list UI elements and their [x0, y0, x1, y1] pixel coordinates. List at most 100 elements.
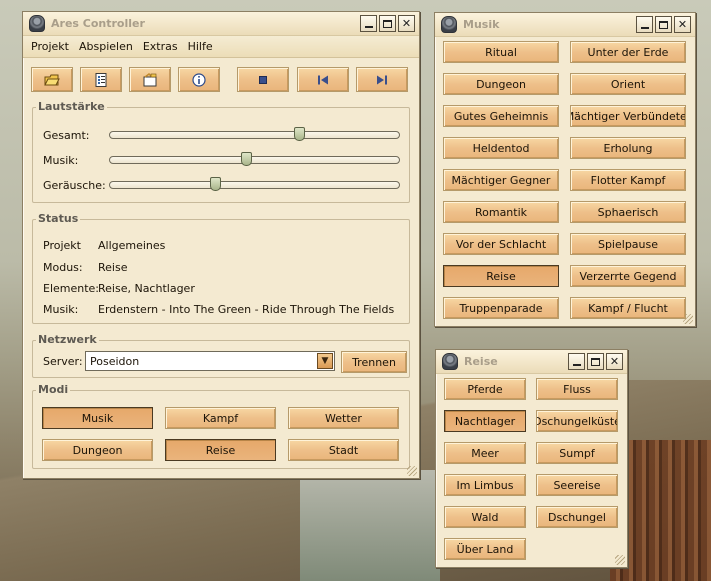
previous-icon — [318, 75, 328, 84]
window-title: Ares Controller — [51, 17, 145, 30]
close-button[interactable]: ✕ — [674, 16, 691, 33]
status-project-key: Projekt — [43, 239, 81, 252]
travel-button-seereise[interactable]: Seereise — [536, 474, 618, 496]
travel-button-sumpf[interactable]: Sumpf — [536, 442, 618, 464]
menu-projekt[interactable]: Projekt — [26, 40, 74, 53]
travel-titlebar[interactable]: Reise ✕ — [436, 350, 627, 374]
open-project-button[interactable] — [31, 67, 73, 92]
list-button[interactable] — [80, 67, 122, 92]
server-select[interactable]: Poseidon ▼ — [85, 351, 335, 371]
volume-sound-label: Geräusche: — [43, 179, 106, 192]
status-mode-key: Modus: — [43, 261, 83, 274]
volume-sound-slider[interactable] — [109, 181, 400, 189]
maximize-button[interactable] — [655, 16, 672, 33]
music-button-vor-der-schlacht[interactable]: Vor der Schlacht — [443, 233, 559, 255]
music-button-verzerrte-gegend[interactable]: Verzerrte Gegend — [570, 265, 686, 287]
travel-button-über-land[interactable]: Über Land — [444, 538, 526, 560]
music-window-title: Musik — [463, 18, 500, 31]
music-window: Musik ✕ Ritual Unter der Erde Dungeon Orien… — [434, 12, 696, 327]
resize-grip[interactable] — [615, 555, 625, 565]
menu-hilfe[interactable]: Hilfe — [183, 40, 218, 53]
menu-abspielen[interactable]: Abspielen — [74, 40, 138, 53]
travel-button-dschungelküste[interactable]: Dschungelküste — [536, 410, 618, 432]
music-button-sphaerisch[interactable]: Sphaerisch — [570, 201, 686, 223]
music-button-unter-der-erde[interactable]: Unter der Erde — [570, 41, 686, 63]
chevron-down-icon[interactable]: ▼ — [317, 353, 333, 369]
travel-button-pferde[interactable]: Pferde — [444, 378, 526, 400]
music-button-mächtiger-verbündeter[interactable]: Mächtiger Verbündeter — [570, 105, 686, 127]
music-button-spielpause[interactable]: Spielpause — [570, 233, 686, 255]
modes-button-kampf[interactable]: Kampf — [165, 407, 276, 429]
maximize-button[interactable] — [587, 353, 604, 370]
network-group: Netzwerk Server: Poseidon ▼ Trennen — [32, 333, 410, 378]
modes-group: Modi Musik Kampf Wetter Dungeon Reise Stadt — [32, 383, 410, 469]
network-group-title: Netzwerk — [36, 333, 99, 346]
music-button-kampf-flucht[interactable]: Kampf / Flucht — [570, 297, 686, 319]
stop-button[interactable] — [237, 67, 289, 92]
next-button[interactable] — [356, 67, 408, 92]
modes-button-dungeon[interactable]: Dungeon — [42, 439, 153, 461]
music-button-erholung[interactable]: Erholung — [570, 137, 686, 159]
edit-icon — [143, 72, 157, 86]
minimize-button[interactable] — [636, 16, 653, 33]
music-button-romantik[interactable]: Romantik — [443, 201, 559, 223]
music-button-dungeon[interactable]: Dungeon — [443, 73, 559, 95]
background-hill — [300, 470, 440, 581]
open-folder-icon — [44, 74, 60, 85]
volume-group: Lautstärke Gesamt: Musik: Geräusche: — [32, 100, 410, 203]
disconnect-button[interactable]: Trennen — [341, 351, 407, 373]
minimize-button[interactable] — [360, 15, 377, 32]
server-label: Server: — [43, 355, 83, 368]
volume-total-slider[interactable] — [109, 131, 400, 139]
modes-group-title: Modi — [36, 383, 71, 396]
travel-button-dschungel[interactable]: Dschungel — [536, 506, 618, 528]
volume-music-slider[interactable] — [109, 156, 400, 164]
volume-music-label: Musik: — [43, 154, 79, 167]
slider-thumb[interactable] — [240, 152, 252, 166]
close-button[interactable]: ✕ — [398, 15, 415, 32]
info-button[interactable] — [178, 67, 220, 92]
travel-button-im-limbus[interactable]: Im Limbus — [444, 474, 526, 496]
maximize-button[interactable] — [379, 15, 396, 32]
stop-icon — [259, 75, 267, 84]
close-button[interactable]: ✕ — [606, 353, 623, 370]
modes-button-wetter[interactable]: Wetter — [288, 407, 399, 429]
controller-window: Ares Controller ✕ Projekt Abspielen Extr… — [22, 11, 420, 479]
previous-button[interactable] — [297, 67, 349, 92]
travel-button-nachtlager[interactable]: Nachtlager — [444, 410, 526, 432]
music-titlebar[interactable]: Musik ✕ — [435, 13, 695, 37]
music-button-gutes-geheimnis[interactable]: Gutes Geheimnis — [443, 105, 559, 127]
menu-extras[interactable]: Extras — [138, 40, 183, 53]
travel-button-meer[interactable]: Meer — [444, 442, 526, 464]
music-button-truppenparade[interactable]: Truppenparade — [443, 297, 559, 319]
volume-total-label: Gesamt: — [43, 129, 90, 142]
modes-button-musik[interactable]: Musik — [42, 407, 153, 429]
info-icon — [192, 72, 206, 87]
modes-button-reise[interactable]: Reise — [165, 439, 276, 461]
music-button-orient[interactable]: Orient — [570, 73, 686, 95]
music-button-ritual[interactable]: Ritual — [443, 41, 559, 63]
status-music-key: Musik: — [43, 303, 79, 316]
next-icon — [377, 75, 387, 84]
music-button-flotter-kampf[interactable]: Flotter Kampf — [570, 169, 686, 191]
minimize-button[interactable] — [568, 353, 585, 370]
edit-button[interactable] — [129, 67, 171, 92]
music-button-heldentod[interactable]: Heldentod — [443, 137, 559, 159]
modes-button-stadt[interactable]: Stadt — [288, 439, 399, 461]
status-group-title: Status — [36, 212, 81, 225]
slider-thumb[interactable] — [293, 127, 305, 141]
travel-button-wald[interactable]: Wald — [444, 506, 526, 528]
travel-window: Reise ✕ Pferde Fluss Nachtlager Dschungelkü… — [435, 349, 628, 568]
volume-group-title: Lautstärke — [36, 100, 107, 113]
slider-thumb[interactable] — [209, 177, 221, 191]
travel-button-fluss[interactable]: Fluss — [536, 378, 618, 400]
status-elements-key: Elemente: — [43, 282, 100, 295]
status-elements-value: Reise, Nachtlager — [98, 282, 195, 295]
controller-titlebar[interactable]: Ares Controller ✕ — [23, 12, 419, 36]
resize-grip[interactable] — [407, 466, 417, 476]
status-group: Status Projekt Allgemeines Modus: Reise … — [32, 212, 410, 324]
music-button-mächtiger-gegner[interactable]: Mächtiger Gegner — [443, 169, 559, 191]
music-button-reise[interactable]: Reise — [443, 265, 559, 287]
list-icon — [95, 72, 107, 87]
server-select-value: Poseidon — [90, 355, 140, 368]
